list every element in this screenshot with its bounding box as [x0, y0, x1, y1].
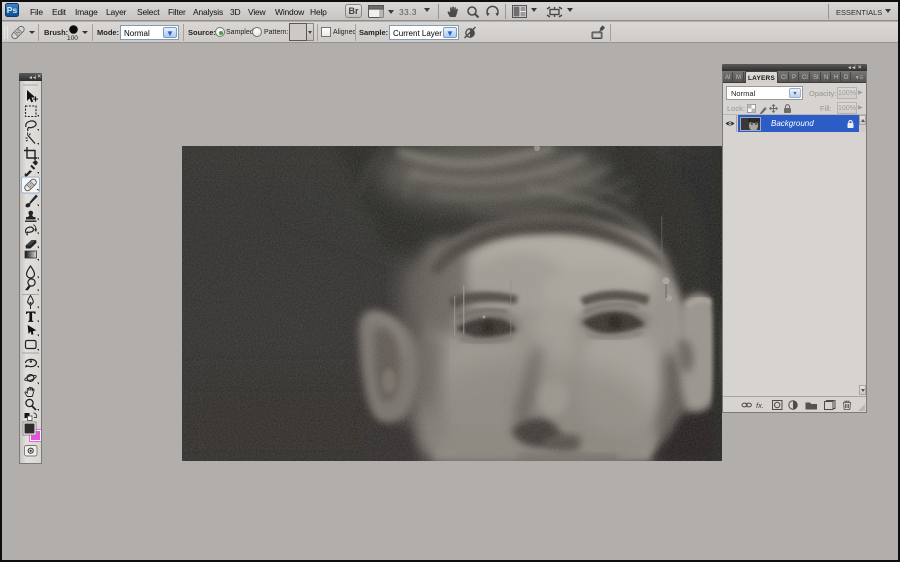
svg-text:fx.: fx. [756, 401, 764, 410]
